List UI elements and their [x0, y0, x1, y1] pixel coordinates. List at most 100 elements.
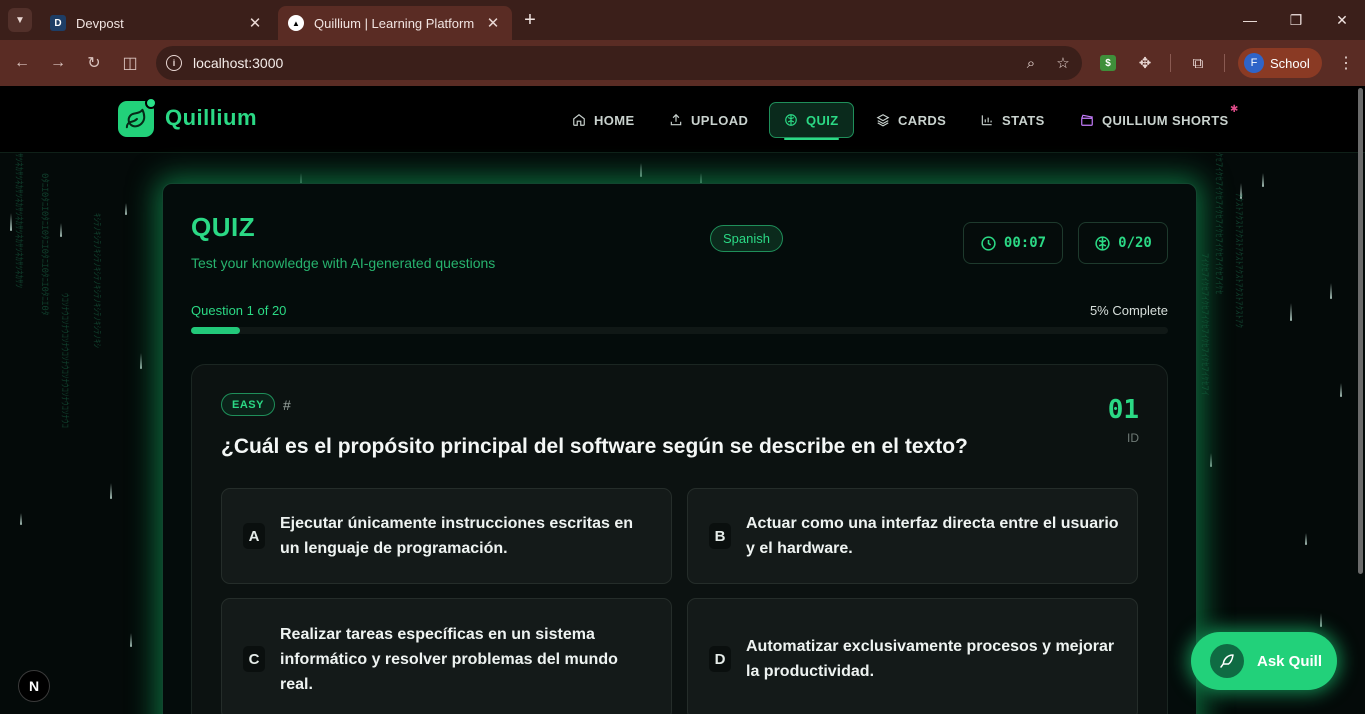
rain-streak — [130, 633, 132, 647]
rain-streak — [125, 203, 127, 215]
option-c[interactable]: C Realizar tareas específicas en un sist… — [221, 598, 672, 714]
extension-dollar-icon[interactable]: $ — [1100, 55, 1116, 71]
app-header: Quillium HOME UPLOAD QUIZ CARDS STATS QU… — [0, 86, 1365, 153]
close-icon[interactable]: ✕ — [246, 14, 264, 32]
profile-button[interactable]: F School — [1238, 48, 1322, 78]
nav-label: STATS — [1002, 112, 1045, 128]
option-b[interactable]: B Actuar como una interfaz directa entre… — [687, 488, 1138, 584]
brain-icon — [785, 114, 797, 126]
nav-quiz[interactable]: QUIZ — [769, 102, 854, 140]
progress-percent: 5% Complete — [1089, 303, 1168, 318]
screenshot-icon[interactable]: ⧉ — [1187, 52, 1209, 74]
toolbar-divider — [1224, 54, 1225, 72]
rain-streak — [1262, 173, 1264, 187]
option-letter: D — [709, 646, 731, 672]
matrix-glyph-column: ｹｾ7ｲｹｾ7ｲｹｾ7ｲｹｾ7ｲｹｾ7ｲｹｾ7ｲｹｾ7ｲｹｾ — [1213, 153, 1223, 295]
sparkle-icon: ✱ — [1230, 104, 1239, 115]
nav-cards[interactable]: CARDS — [876, 102, 946, 138]
nav-label: QUIZ — [806, 112, 839, 128]
tab-title: Quillium | Learning Platform — [314, 15, 475, 31]
logo-text[interactable]: Quillium — [165, 105, 257, 131]
ask-quill-label: Ask Quill — [1257, 652, 1323, 670]
more-menu-icon[interactable]: ⋮ — [1336, 52, 1356, 74]
tab-search-chevron-icon[interactable]: ▼ — [8, 8, 32, 32]
nextjs-dev-badge[interactable]: N — [18, 670, 50, 702]
window-close-icon[interactable]: ✕ — [1328, 8, 1356, 32]
nav-quillium-shorts[interactable]: QUILLIUM SHORTS — [1080, 102, 1229, 138]
progress-label: Question 1 of 20 — [191, 303, 287, 318]
hash-tag: # — [283, 397, 291, 413]
clapperboard-icon — [1081, 114, 1094, 126]
matrix-glyph-column: 0ﾀﾆｴ0ﾀﾆｴ0ﾀﾆｴ0ﾀﾆｴ0ﾀﾆｴ0ﾀﾆｴ0ﾀﾆｴ0ﾀ — [39, 173, 49, 316]
nav-label: HOME — [594, 112, 635, 128]
language-badge: Spanish — [710, 225, 783, 252]
nav-stats[interactable]: STATS — [980, 102, 1045, 138]
score-box: 0/20 — [1078, 222, 1168, 264]
reload-icon[interactable]: ↻ — [82, 51, 106, 75]
browser-tab-bar: ▼ D Devpost ✕ ▲ Quillium | Learning Plat… — [0, 0, 1365, 40]
rain-streak — [110, 483, 112, 499]
page-subtitle: Test your knowledge with AI-generated qu… — [191, 255, 496, 271]
nav-label: QUILLIUM SHORTS — [1102, 112, 1229, 128]
option-d[interactable]: D Automatizar exclusivamente procesos y … — [687, 598, 1138, 714]
extensions-puzzle-icon[interactable]: ✥ — [1134, 52, 1156, 74]
matrix-glyph-column: ｱｸｽﾄｱｸｽﾄｱｸｽﾄｱｸｽﾄｱｸｽﾄｱｸｽﾄｱｸｽﾄｱｸ — [1233, 193, 1243, 329]
zoom-icon[interactable]: ⌕ — [1018, 50, 1044, 76]
feather-icon — [1210, 644, 1244, 678]
site-info-icon[interactable]: i — [166, 55, 182, 71]
rain-streak — [140, 353, 142, 369]
bookmark-star-icon[interactable]: ☆ — [1050, 50, 1076, 76]
toolbar-divider — [1170, 54, 1171, 72]
nav-label: CARDS — [898, 112, 947, 128]
tab-devpost[interactable]: D Devpost ✕ — [40, 6, 274, 40]
option-letter: C — [243, 646, 265, 672]
bar-chart-icon — [981, 115, 992, 126]
nav-upload[interactable]: UPLOAD — [669, 102, 748, 138]
question-id-label: ID — [1127, 431, 1139, 445]
active-underline — [784, 138, 839, 140]
page-title: QUIZ — [191, 212, 256, 242]
difficulty-badge: EASY — [221, 393, 275, 416]
tab-quillium[interactable]: ▲ Quillium | Learning Platform ✕ — [278, 6, 512, 40]
nav-home[interactable]: HOME — [572, 102, 635, 138]
devpost-favicon-icon: D — [50, 15, 66, 31]
page-scrollbar[interactable] — [1358, 88, 1363, 574]
forward-arrow-icon[interactable]: → — [46, 51, 70, 75]
progress-fill — [191, 327, 240, 334]
minimize-icon[interactable]: — — [1236, 8, 1264, 32]
option-text: Ejecutar únicamente instrucciones escrit… — [280, 515, 634, 557]
option-text: Actuar como una interfaz directa entre e… — [746, 515, 1119, 557]
rain-streak — [1305, 533, 1307, 545]
rain-streak — [640, 163, 642, 177]
restore-icon[interactable]: ❐ — [1282, 8, 1310, 32]
layers-icon — [876, 114, 890, 127]
question-number: 01 — [1107, 395, 1139, 425]
new-tab-plus-icon[interactable]: + — [518, 8, 542, 32]
option-a[interactable]: A Ejecutar únicamente instrucciones escr… — [221, 488, 672, 584]
url-text[interactable]: localhost:3000 — [193, 55, 1018, 71]
ask-quill-button[interactable]: Ask Quill — [1191, 632, 1337, 690]
rain-streak — [1330, 283, 1332, 299]
brain-icon — [1095, 235, 1110, 251]
timer-value: 00:07 — [1003, 235, 1047, 251]
option-letter: A — [243, 523, 265, 549]
timer-box: 00:07 — [963, 222, 1063, 264]
close-icon[interactable]: ✕ — [484, 14, 502, 32]
browser-toolbar: ← → ↻ ◫ i localhost:3000 ⌕ ☆ $ ✥ ⧉ F Sch… — [0, 40, 1365, 86]
rain-streak — [60, 223, 62, 237]
nav-label: UPLOAD — [691, 112, 749, 128]
home-icon — [573, 114, 585, 126]
clock-icon — [981, 235, 996, 251]
score-value: 0/20 — [1118, 235, 1152, 251]
split-view-icon[interactable]: ◫ — [118, 51, 142, 75]
matrix-glyph-column: 7ｲｹｾ7ｲｹｾ7ｲｹｾ7ｲｹｾ7ｲｹｾ7ｲｹｾ7ｲｹｾ7ｲ — [1199, 253, 1209, 396]
rain-streak — [1290, 303, 1292, 321]
rain-streak — [20, 513, 22, 525]
question-card: EASY # 01 ID ¿Cuál es el propósito princ… — [191, 364, 1168, 714]
address-bar[interactable]: i localhost:3000 ⌕ ☆ — [156, 46, 1082, 80]
matrix-glyph-column: ｷｼﾃﾉｷｼﾃﾉｷｼﾃﾉｷｼﾃﾉｷｼﾃﾉｷｼﾃﾉｷｼﾃﾉｷｼ — [91, 213, 101, 349]
triangle-favicon-icon: ▲ — [288, 15, 304, 31]
back-arrow-icon[interactable]: ← — [10, 51, 34, 75]
matrix-glyph-column: ｻﾂﾈｶｻﾂﾈｶｻﾂﾈｶｻﾂﾈｶｻﾂﾈｶｻﾂﾈｶｻﾂﾈｶｻﾂ — [13, 153, 23, 289]
logo-status-dot — [145, 97, 157, 109]
